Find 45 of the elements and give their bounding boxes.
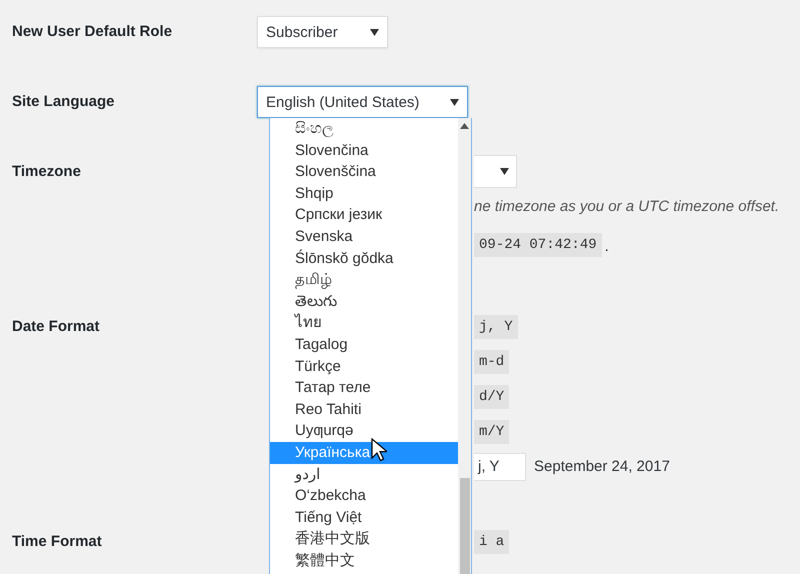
format-code: d/Y bbox=[474, 384, 510, 408]
language-option[interactable]: ไทย bbox=[270, 312, 459, 334]
language-option[interactable]: O‘zbekcha bbox=[270, 485, 459, 507]
language-option[interactable]: Татар теле bbox=[270, 377, 459, 399]
format-code: i a bbox=[474, 530, 510, 554]
format-code: m/Y bbox=[474, 420, 510, 444]
field-label: New User Default Role bbox=[11, 22, 174, 42]
role-select[interactable]: Subscriber bbox=[257, 16, 388, 48]
language-option[interactable]: Tiếng Việt bbox=[270, 506, 459, 528]
custom-format-input[interactable]: j, Y bbox=[474, 452, 526, 480]
format-code: m-d bbox=[474, 350, 510, 374]
caret-icon bbox=[370, 28, 379, 36]
language-option[interactable]: Српски језик bbox=[270, 204, 459, 226]
language-select[interactable]: English (United States) bbox=[257, 86, 468, 118]
local-time: 09-24 07:42:49 bbox=[474, 233, 602, 257]
language-option[interactable]: Slovenčina bbox=[270, 140, 459, 162]
field-label: Date Format bbox=[11, 317, 101, 337]
language-option[interactable]: Svenska bbox=[270, 226, 459, 248]
language-option[interactable]: اردو bbox=[270, 464, 459, 486]
timezone-select[interactable] bbox=[474, 155, 517, 188]
field-label: Timezone bbox=[11, 162, 82, 182]
field-label: Time Format bbox=[11, 532, 103, 552]
language-option[interactable]: Ślōnskŏ gŏdka bbox=[270, 248, 459, 270]
caret-icon bbox=[450, 98, 459, 106]
field-label: Site Language bbox=[11, 92, 116, 112]
language-option[interactable]: தமிழ் bbox=[270, 269, 459, 291]
language-option[interactable]: Reo Tahiti bbox=[270, 398, 459, 420]
language-option[interactable]: 繁體中文 bbox=[270, 550, 459, 572]
language-option[interactable]: Tagalog bbox=[270, 334, 459, 356]
scroll-thumb[interactable] bbox=[460, 478, 470, 574]
language-option[interactable]: 香港中文版 bbox=[270, 528, 459, 550]
format-code: j, Y bbox=[474, 314, 518, 338]
language-option[interactable]: Türkçe bbox=[270, 356, 459, 378]
language-option[interactable]: Slovenščina bbox=[270, 161, 459, 183]
language-option[interactable]: తెలుగు bbox=[270, 290, 459, 312]
punctuation: . bbox=[604, 237, 609, 257]
scrollbar[interactable] bbox=[458, 118, 471, 574]
language-option[interactable]: සිංහල bbox=[270, 118, 459, 140]
up-arrow-icon[interactable] bbox=[460, 123, 469, 129]
cursor-icon bbox=[371, 438, 387, 462]
language-option[interactable]: Uyƣurqə bbox=[270, 420, 459, 442]
format-preview: September 24, 2017 bbox=[534, 458, 670, 475]
language-option[interactable]: Shqip bbox=[270, 182, 459, 204]
timezone-description: ne timezone as you or a UTC timezone offset. bbox=[474, 198, 780, 216]
caret-icon bbox=[500, 168, 509, 175]
